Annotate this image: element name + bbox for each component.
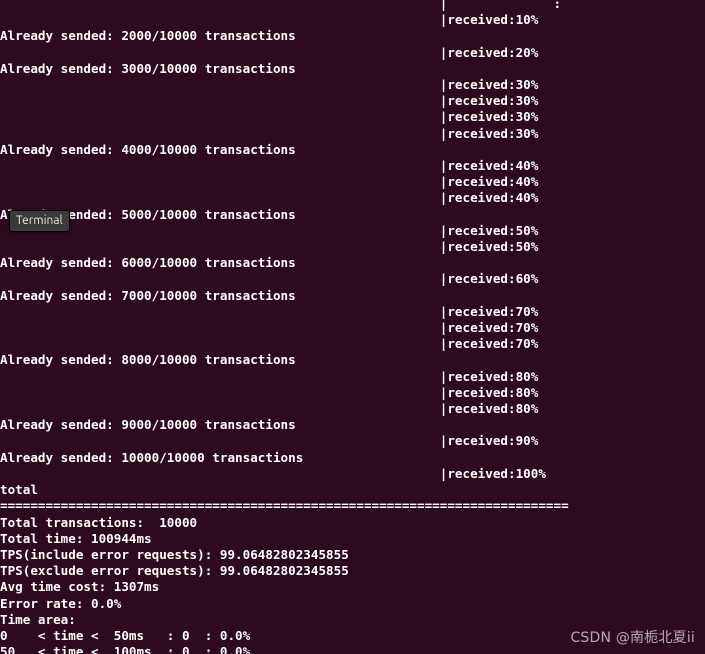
csdn-watermark: CSDN @南栀北夏ii — [570, 630, 695, 646]
terminal-output[interactable]: | : |received:10% Already sended: 2000/1… — [0, 0, 584, 654]
terminal-tooltip: Terminal — [9, 210, 70, 232]
